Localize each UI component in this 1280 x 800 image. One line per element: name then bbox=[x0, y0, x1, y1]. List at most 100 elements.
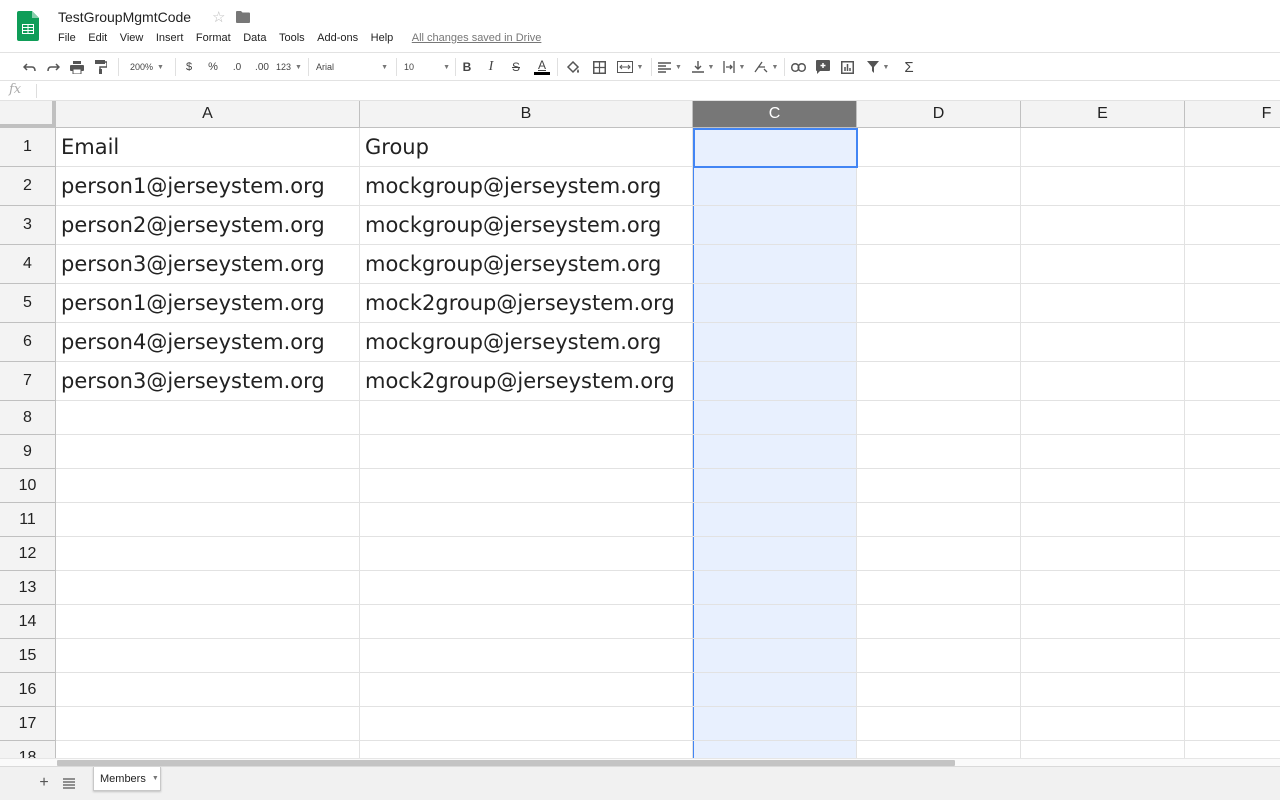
cell-A16[interactable] bbox=[56, 673, 360, 707]
cell-F9[interactable] bbox=[1185, 435, 1280, 469]
cell-C9[interactable] bbox=[693, 435, 857, 469]
decrease-decimal-button[interactable]: .0 bbox=[228, 53, 246, 81]
merge-cells-select[interactable]: ▼ bbox=[614, 53, 646, 81]
cell-C4[interactable] bbox=[693, 245, 857, 284]
cell-A17[interactable] bbox=[56, 707, 360, 741]
cell-C11[interactable] bbox=[693, 503, 857, 537]
column-header-f[interactable]: F bbox=[1185, 101, 1280, 128]
cell-D12[interactable] bbox=[857, 537, 1021, 571]
cell-B13[interactable] bbox=[360, 571, 693, 605]
cell-A1[interactable]: Email bbox=[56, 128, 360, 167]
row-header[interactable]: 14 bbox=[0, 605, 56, 639]
row-header[interactable]: 9 bbox=[0, 435, 56, 469]
cell-C2[interactable] bbox=[693, 167, 857, 206]
font-size-select[interactable]: 10 ▼ bbox=[404, 53, 450, 81]
cell-D2[interactable] bbox=[857, 167, 1021, 206]
cell-B10[interactable] bbox=[360, 469, 693, 503]
font-family-select[interactable]: Arial ▼ bbox=[316, 53, 388, 81]
formula-input[interactable] bbox=[40, 81, 1270, 100]
row-header[interactable]: 15 bbox=[0, 639, 56, 673]
text-wrapping-select[interactable]: ▼ bbox=[720, 53, 748, 81]
menu-tools[interactable]: Tools bbox=[279, 32, 305, 44]
insert-comment-icon[interactable] bbox=[814, 53, 832, 81]
row-header[interactable]: 13 bbox=[0, 571, 56, 605]
menu-format[interactable]: Format bbox=[196, 32, 231, 44]
cell-A12[interactable] bbox=[56, 537, 360, 571]
cell-B1[interactable]: Group bbox=[360, 128, 693, 167]
column-header-a[interactable]: A bbox=[56, 101, 360, 128]
filter-select[interactable]: ▼ bbox=[862, 53, 894, 81]
cell-E2[interactable] bbox=[1021, 167, 1185, 206]
menu-addons[interactable]: Add-ons bbox=[317, 32, 358, 44]
cell-E4[interactable] bbox=[1021, 245, 1185, 284]
cell-C16[interactable] bbox=[693, 673, 857, 707]
cell-D13[interactable] bbox=[857, 571, 1021, 605]
cell-C6[interactable] bbox=[693, 323, 857, 362]
cell-C12[interactable] bbox=[693, 537, 857, 571]
undo-icon[interactable] bbox=[20, 53, 38, 81]
row-header[interactable]: 2 bbox=[0, 167, 56, 206]
cell-E14[interactable] bbox=[1021, 605, 1185, 639]
row-header[interactable]: 7 bbox=[0, 362, 56, 401]
row-header[interactable]: 8 bbox=[0, 401, 56, 435]
cell-A2[interactable]: person1@jerseystem.org bbox=[56, 167, 360, 206]
cell-C3[interactable] bbox=[693, 206, 857, 245]
cell-F11[interactable] bbox=[1185, 503, 1280, 537]
row-header[interactable]: 5 bbox=[0, 284, 56, 323]
cell-C10[interactable] bbox=[693, 469, 857, 503]
cell-D14[interactable] bbox=[857, 605, 1021, 639]
cell-E7[interactable] bbox=[1021, 362, 1185, 401]
column-header-b[interactable]: B bbox=[360, 101, 693, 128]
cell-E9[interactable] bbox=[1021, 435, 1185, 469]
currency-format-button[interactable]: $ bbox=[181, 53, 197, 81]
zoom-select[interactable]: 200% ▼ bbox=[124, 53, 170, 81]
cell-F4[interactable] bbox=[1185, 245, 1280, 284]
print-icon[interactable] bbox=[68, 53, 86, 81]
cell-B16[interactable] bbox=[360, 673, 693, 707]
cell-A14[interactable] bbox=[56, 605, 360, 639]
cell-D6[interactable] bbox=[857, 323, 1021, 362]
cell-A8[interactable] bbox=[56, 401, 360, 435]
cell-D8[interactable] bbox=[857, 401, 1021, 435]
column-header-e[interactable]: E bbox=[1021, 101, 1185, 128]
cell-D15[interactable] bbox=[857, 639, 1021, 673]
horizontal-scrollbar[interactable] bbox=[0, 758, 1280, 766]
row-header[interactable]: 17 bbox=[0, 707, 56, 741]
cell-C17[interactable] bbox=[693, 707, 857, 741]
cell-A18[interactable] bbox=[56, 741, 360, 758]
menu-help[interactable]: Help bbox=[371, 32, 394, 44]
cell-A7[interactable]: person3@jerseystem.org bbox=[56, 362, 360, 401]
cell-F6[interactable] bbox=[1185, 323, 1280, 362]
cell-B9[interactable] bbox=[360, 435, 693, 469]
strikethrough-button[interactable]: S bbox=[508, 53, 524, 81]
fill-color-icon[interactable] bbox=[564, 53, 582, 81]
cell-F13[interactable] bbox=[1185, 571, 1280, 605]
cell-A15[interactable] bbox=[56, 639, 360, 673]
row-header[interactable]: 10 bbox=[0, 469, 56, 503]
cell-B3[interactable]: mockgroup@jerseystem.org bbox=[360, 206, 693, 245]
cell-E1[interactable] bbox=[1021, 128, 1185, 167]
cell-A10[interactable] bbox=[56, 469, 360, 503]
menu-file[interactable]: File bbox=[58, 32, 76, 44]
cell-E17[interactable] bbox=[1021, 707, 1185, 741]
bold-button[interactable]: B bbox=[459, 53, 475, 81]
row-header[interactable]: 18 bbox=[0, 741, 56, 758]
column-header-c[interactable]: C bbox=[693, 101, 857, 128]
cell-E16[interactable] bbox=[1021, 673, 1185, 707]
cell-E18[interactable] bbox=[1021, 741, 1185, 758]
cell-E11[interactable] bbox=[1021, 503, 1185, 537]
cell-D18[interactable] bbox=[857, 741, 1021, 758]
cell-C14[interactable] bbox=[693, 605, 857, 639]
cell-A4[interactable]: person3@jerseystem.org bbox=[56, 245, 360, 284]
cell-D3[interactable] bbox=[857, 206, 1021, 245]
cell-E5[interactable] bbox=[1021, 284, 1185, 323]
cell-D10[interactable] bbox=[857, 469, 1021, 503]
cell-E12[interactable] bbox=[1021, 537, 1185, 571]
cell-B15[interactable] bbox=[360, 639, 693, 673]
cell-F2[interactable] bbox=[1185, 167, 1280, 206]
horizontal-align-select[interactable]: ▼ bbox=[656, 53, 684, 81]
cell-D16[interactable] bbox=[857, 673, 1021, 707]
cell-F14[interactable] bbox=[1185, 605, 1280, 639]
cell-B17[interactable] bbox=[360, 707, 693, 741]
spreadsheet-grid[interactable]: 1 Email Group 2 person1@jerseystem.org mockgr… bbox=[0, 101, 1280, 758]
